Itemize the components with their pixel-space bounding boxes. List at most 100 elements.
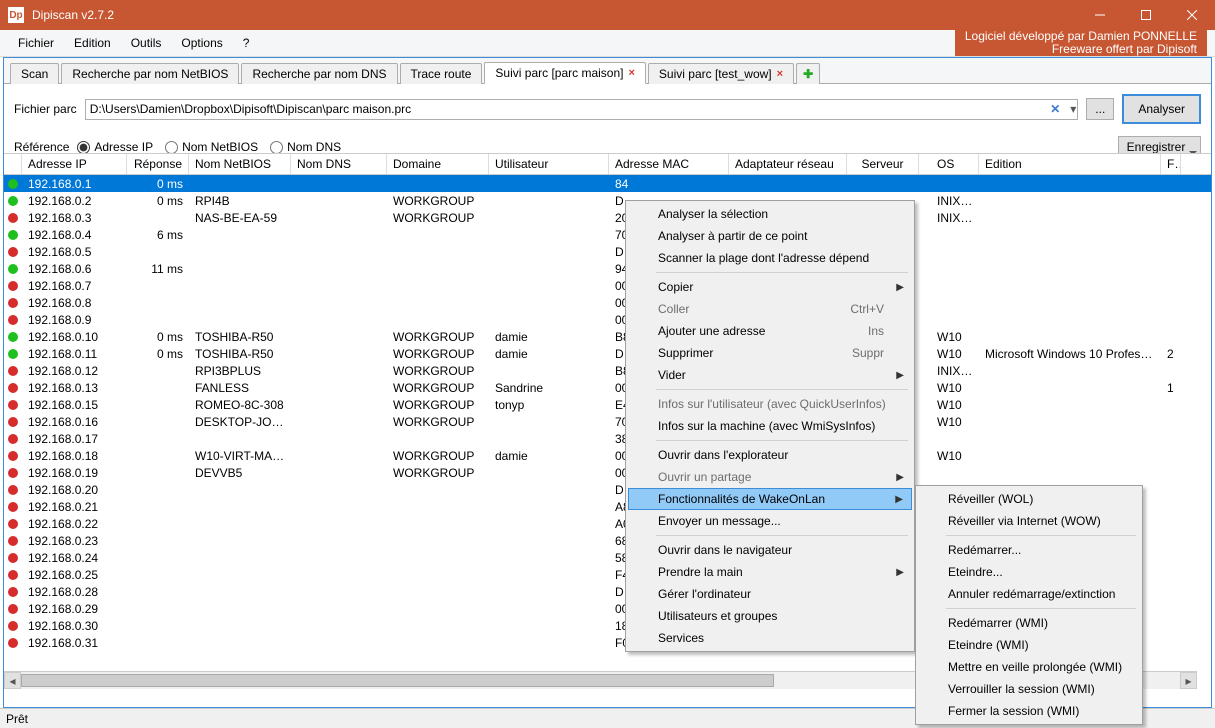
table-row[interactable]: 192.168.0.100 msTOSHIBA-R50WORKGROUPdami…: [4, 328, 1211, 345]
column-header[interactable]: Adresse MAC: [609, 154, 729, 174]
ref-radio[interactable]: Nom NetBIOS: [165, 140, 258, 154]
menu-item[interactable]: Eteindre (WMI): [918, 634, 1140, 656]
menu-item: CollerCtrl+V: [628, 298, 912, 320]
menu-item[interactable]: Prendre la main▶: [628, 561, 912, 583]
menu-item[interactable]: Fonctionnalités de WakeOnLan▶: [628, 488, 912, 510]
menu-item[interactable]: Ajouter une adresseIns: [628, 320, 912, 342]
close-button[interactable]: [1169, 0, 1215, 30]
table-row[interactable]: 192.168.0.18W10-VIRT-MAI...WORKGROUPdami…: [4, 447, 1211, 464]
table-row[interactable]: 192.168.0.12RPI3BPLUSWORKGROUPB8INIX/LIN…: [4, 362, 1211, 379]
menu-options[interactable]: Options: [171, 32, 232, 54]
submenu-arrow-icon: ▶: [895, 494, 903, 505]
table-row[interactable]: 192.168.0.16DESKTOP-JOL...WORKGROUP70W10: [4, 413, 1211, 430]
maximize-button[interactable]: [1123, 0, 1169, 30]
table-row[interactable]: 192.168.0.1738: [4, 430, 1211, 447]
tab-close-icon[interactable]: ×: [777, 68, 783, 80]
menu-item[interactable]: Fermer la session (WMI): [918, 700, 1140, 722]
table-row[interactable]: 192.168.0.800: [4, 294, 1211, 311]
analyze-button[interactable]: Analyser: [1122, 94, 1201, 124]
column-header[interactable]: Nom NetBIOS: [189, 154, 291, 174]
tab[interactable]: Recherche par nom DNS: [241, 63, 397, 84]
tab[interactable]: Trace route: [400, 63, 483, 84]
menu-item[interactable]: Verrouiller la session (WMI): [918, 678, 1140, 700]
menu-item[interactable]: Ouvrir dans l'explorateur: [628, 444, 912, 466]
status-dot-icon: [8, 179, 18, 189]
table-row[interactable]: 192.168.0.10 ms84: [4, 175, 1211, 192]
tab[interactable]: Suivi parc [test_wow]×: [648, 63, 794, 84]
menu-item[interactable]: SupprimerSuppr: [628, 342, 912, 364]
status-dot-icon: [8, 519, 18, 529]
menu-?[interactable]: ?: [233, 32, 260, 54]
menu-item[interactable]: Redémarrer (WMI): [918, 612, 1140, 634]
table-row[interactable]: 192.168.0.5D: [4, 243, 1211, 260]
ref-radio[interactable]: Nom DNS: [270, 140, 341, 154]
tab[interactable]: Suivi parc [parc maison]×: [484, 62, 646, 84]
menu-item[interactable]: Analyser la sélection: [628, 203, 912, 225]
status-dot-icon: [8, 570, 18, 580]
menu-outils[interactable]: Outils: [121, 32, 172, 54]
menu-item[interactable]: Vider▶: [628, 364, 912, 386]
scroll-left-icon[interactable]: ◂: [4, 672, 21, 689]
status-dot-icon: [8, 417, 18, 427]
menu-item[interactable]: Redémarrer...: [918, 539, 1140, 561]
menu-item[interactable]: Annuler redémarrage/extinction: [918, 583, 1140, 605]
browse-button[interactable]: ...: [1086, 98, 1114, 120]
menu-item[interactable]: Analyser à partir de ce point: [628, 225, 912, 247]
submenu-wakeonlan[interactable]: Réveiller (WOL)Réveiller via Internet (W…: [915, 485, 1143, 725]
status-dot-icon: [8, 281, 18, 291]
ref-radio[interactable]: Adresse IP: [77, 140, 153, 154]
scroll-right-icon[interactable]: ▸: [1180, 672, 1197, 689]
column-header[interactable]: OS: [919, 154, 979, 174]
tab[interactable]: Recherche par nom NetBIOS: [61, 63, 239, 84]
context-menu[interactable]: Analyser la sélectionAnalyser à partir d…: [625, 200, 915, 652]
menu-item[interactable]: Envoyer un message...: [628, 510, 912, 532]
tab-close-icon[interactable]: ×: [628, 67, 634, 79]
table-row[interactable]: 192.168.0.110 msTOSHIBA-R50WORKGROUPdami…: [4, 345, 1211, 362]
column-header[interactable]: Nom DNS: [291, 154, 387, 174]
menu-item[interactable]: Utilisateurs et groupes: [628, 605, 912, 627]
menu-edition[interactable]: Edition: [64, 32, 121, 54]
table-row[interactable]: 192.168.0.15ROMEO-8C-308WORKGROUPtonypE4…: [4, 396, 1211, 413]
tab-add-button[interactable]: ✚: [796, 63, 820, 84]
table-row[interactable]: 192.168.0.46 ms70: [4, 226, 1211, 243]
menu-separator: [656, 389, 908, 390]
table-row[interactable]: 192.168.0.3NAS-BE-EA-59WORKGROUP20INIX/L…: [4, 209, 1211, 226]
menu-fichier[interactable]: Fichier: [8, 32, 64, 54]
menu-item[interactable]: Gérer l'ordinateur: [628, 583, 912, 605]
table-row[interactable]: 192.168.0.13FANLESSWORKGROUPSandrine00W1…: [4, 379, 1211, 396]
column-header[interactable]: Adaptateur réseau: [729, 154, 847, 174]
column-header[interactable]: [4, 154, 22, 174]
table-row[interactable]: 192.168.0.700: [4, 277, 1211, 294]
column-header[interactable]: Edition: [979, 154, 1161, 174]
menu-item[interactable]: Scanner la plage dont l'adresse dépend: [628, 247, 912, 269]
tab[interactable]: Scan: [10, 63, 59, 84]
dropdown-icon[interactable]: ▾: [1070, 102, 1076, 116]
menu-separator: [946, 608, 1136, 609]
column-header[interactable]: Domaine: [387, 154, 489, 174]
menu-item[interactable]: Infos sur la machine (avec WmiSysInfos): [628, 415, 912, 437]
column-header[interactable]: Adresse IP: [22, 154, 127, 174]
table-row[interactable]: 192.168.0.611 ms94: [4, 260, 1211, 277]
scroll-thumb[interactable]: [21, 674, 774, 687]
column-header[interactable]: Serveur: [847, 154, 919, 174]
table-row[interactable]: 192.168.0.20 msRPI4BWORKGROUPDINIX/LINUX: [4, 192, 1211, 209]
submenu-arrow-icon: ▶: [896, 282, 904, 293]
table-row[interactable]: 192.168.0.19DEVVB5WORKGROUP00: [4, 464, 1211, 481]
menu-item[interactable]: Eteindre...: [918, 561, 1140, 583]
minimize-button[interactable]: [1077, 0, 1123, 30]
status-dot-icon: [8, 247, 18, 257]
menu-item[interactable]: Réveiller (WOL): [918, 488, 1140, 510]
status-text: Prêt: [6, 712, 28, 726]
file-path-input[interactable]: [85, 99, 1079, 120]
menu-item[interactable]: Réveiller via Internet (WOW): [918, 510, 1140, 532]
menu-item[interactable]: Ouvrir dans le navigateur: [628, 539, 912, 561]
column-header[interactable]: Réponse: [127, 154, 189, 174]
column-header[interactable]: Utilisateur: [489, 154, 609, 174]
clear-icon[interactable]: ✕: [1050, 102, 1060, 116]
table-row[interactable]: 192.168.0.900: [4, 311, 1211, 328]
menu-item[interactable]: Services: [628, 627, 912, 649]
column-header[interactable]: F: [1161, 154, 1181, 174]
menu-item[interactable]: Mettre en veille prolongée (WMI): [918, 656, 1140, 678]
status-dot-icon: [8, 366, 18, 376]
menu-item[interactable]: Copier▶: [628, 276, 912, 298]
